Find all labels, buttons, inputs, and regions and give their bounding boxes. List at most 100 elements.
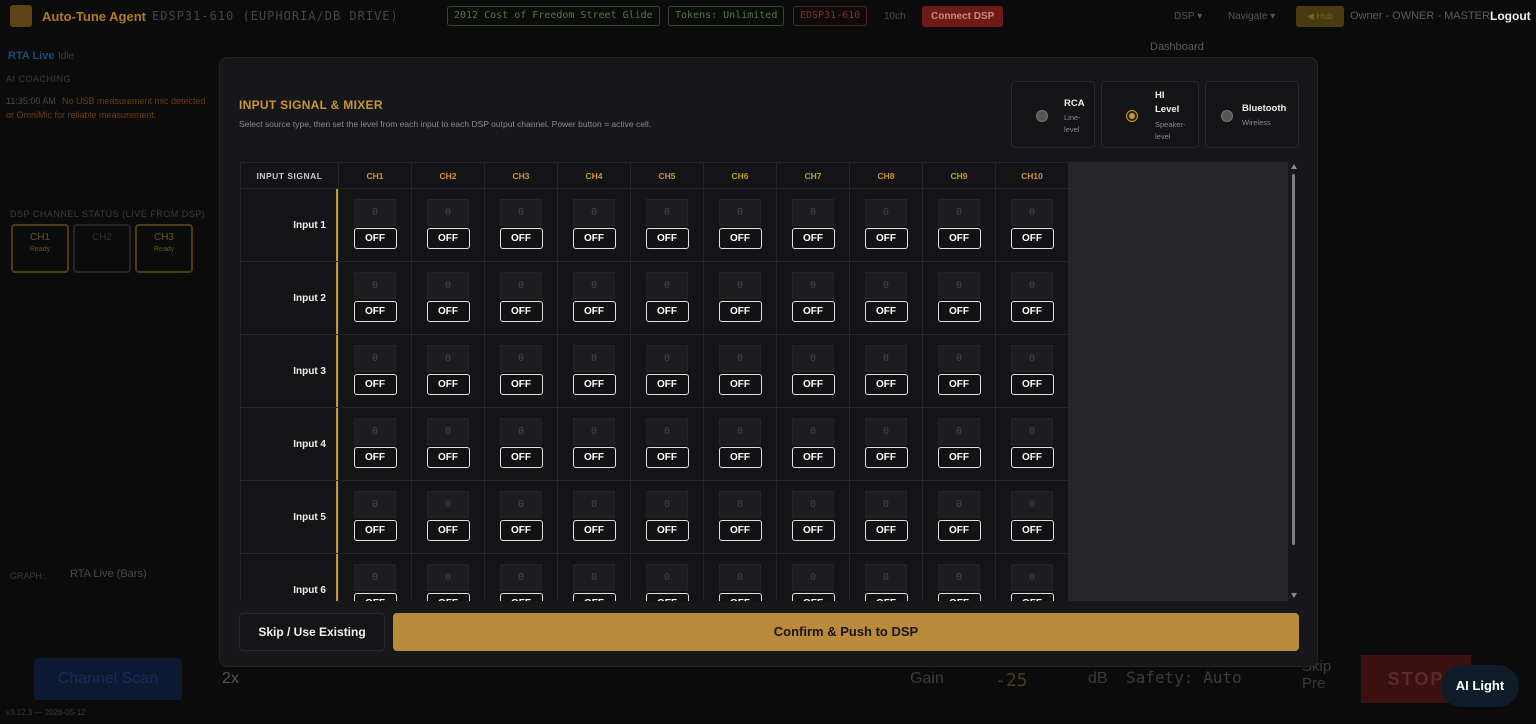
power-toggle-button[interactable]: OFF [572, 301, 616, 322]
level-input[interactable]: 0 [865, 272, 907, 299]
source-option-bluetooth[interactable]: Bluetooth Wireless [1205, 81, 1299, 148]
level-input[interactable]: 0 [1011, 345, 1053, 372]
power-toggle-button[interactable]: OFF [572, 593, 616, 601]
power-toggle-button[interactable]: OFF [937, 374, 981, 395]
radio-selected-icon[interactable] [1126, 110, 1138, 122]
power-toggle-button[interactable]: OFF [718, 301, 762, 322]
level-input[interactable]: 0 [938, 564, 980, 591]
level-input[interactable]: 0 [865, 564, 907, 591]
power-toggle-button[interactable]: OFF [499, 374, 543, 395]
level-input[interactable]: 0 [1011, 491, 1053, 518]
level-input[interactable]: 0 [1011, 564, 1053, 591]
level-input[interactable]: 0 [573, 199, 615, 226]
power-toggle-button[interactable]: OFF [864, 593, 908, 601]
power-toggle-button[interactable]: OFF [718, 228, 762, 249]
power-toggle-button[interactable]: OFF [353, 593, 397, 601]
power-toggle-button[interactable]: OFF [718, 374, 762, 395]
power-toggle-button[interactable]: OFF [645, 301, 689, 322]
level-input[interactable]: 0 [427, 564, 469, 591]
level-input[interactable]: 0 [500, 491, 542, 518]
level-input[interactable]: 0 [719, 418, 761, 445]
level-input[interactable]: 0 [573, 418, 615, 445]
level-input[interactable]: 0 [646, 272, 688, 299]
power-toggle-button[interactable]: OFF [426, 593, 470, 601]
power-toggle-button[interactable]: OFF [645, 593, 689, 601]
level-input[interactable]: 0 [573, 272, 615, 299]
power-toggle-button[interactable]: OFF [426, 301, 470, 322]
level-input[interactable]: 0 [427, 418, 469, 445]
level-input[interactable]: 0 [427, 491, 469, 518]
power-toggle-button[interactable]: OFF [1010, 228, 1054, 249]
level-input[interactable]: 0 [354, 345, 396, 372]
power-toggle-button[interactable]: OFF [1010, 301, 1054, 322]
level-input[interactable]: 0 [865, 345, 907, 372]
level-input[interactable]: 0 [792, 345, 834, 372]
ai-light-button[interactable]: AI Light [1441, 665, 1519, 707]
confirm-push-button[interactable]: Confirm & Push to DSP [393, 613, 1299, 651]
power-toggle-button[interactable]: OFF [937, 228, 981, 249]
level-input[interactable]: 0 [865, 418, 907, 445]
level-input[interactable]: 0 [427, 199, 469, 226]
source-option-rca[interactable]: RCA Line-level [1011, 81, 1095, 148]
scrollbar-thumb[interactable] [1292, 174, 1295, 545]
power-toggle-button[interactable]: OFF [791, 593, 835, 601]
level-input[interactable]: 0 [500, 564, 542, 591]
level-input[interactable]: 0 [427, 345, 469, 372]
level-input[interactable]: 0 [938, 418, 980, 445]
level-input[interactable]: 0 [427, 272, 469, 299]
power-toggle-button[interactable]: OFF [864, 228, 908, 249]
mixer-grid[interactable]: INPUT SIGNAL CH1 CH2 CH3 CH4 CH5 CH6 CH7 CH8 CH9… [240, 162, 1288, 601]
level-input[interactable]: 0 [500, 272, 542, 299]
power-toggle-button[interactable]: OFF [426, 374, 470, 395]
power-toggle-button[interactable]: OFF [645, 447, 689, 468]
level-input[interactable]: 0 [938, 345, 980, 372]
power-toggle-button[interactable]: OFF [426, 228, 470, 249]
power-toggle-button[interactable]: OFF [645, 374, 689, 395]
level-input[interactable]: 0 [719, 199, 761, 226]
power-toggle-button[interactable]: OFF [718, 447, 762, 468]
power-toggle-button[interactable]: OFF [499, 228, 543, 249]
level-input[interactable]: 0 [938, 491, 980, 518]
power-toggle-button[interactable]: OFF [1010, 447, 1054, 468]
power-toggle-button[interactable]: OFF [572, 520, 616, 541]
power-toggle-button[interactable]: OFF [1010, 593, 1054, 601]
power-toggle-button[interactable]: OFF [937, 447, 981, 468]
power-toggle-button[interactable]: OFF [864, 520, 908, 541]
level-input[interactable]: 0 [1011, 418, 1053, 445]
level-input[interactable]: 0 [1011, 199, 1053, 226]
power-toggle-button[interactable]: OFF [499, 301, 543, 322]
level-input[interactable]: 0 [938, 272, 980, 299]
level-input[interactable]: 0 [500, 345, 542, 372]
level-input[interactable]: 0 [646, 491, 688, 518]
level-input[interactable]: 0 [500, 199, 542, 226]
power-toggle-button[interactable]: OFF [864, 301, 908, 322]
power-toggle-button[interactable]: OFF [937, 301, 981, 322]
power-toggle-button[interactable]: OFF [353, 301, 397, 322]
level-input[interactable]: 0 [719, 345, 761, 372]
radio-icon[interactable] [1036, 110, 1048, 122]
power-toggle-button[interactable]: OFF [353, 374, 397, 395]
power-toggle-button[interactable]: OFF [937, 593, 981, 601]
power-toggle-button[interactable]: OFF [353, 228, 397, 249]
level-input[interactable]: 0 [354, 418, 396, 445]
level-input[interactable]: 0 [354, 272, 396, 299]
power-toggle-button[interactable]: OFF [791, 447, 835, 468]
power-toggle-button[interactable]: OFF [353, 447, 397, 468]
level-input[interactable]: 0 [792, 418, 834, 445]
level-input[interactable]: 0 [573, 564, 615, 591]
power-toggle-button[interactable]: OFF [791, 228, 835, 249]
level-input[interactable]: 0 [719, 272, 761, 299]
power-toggle-button[interactable]: OFF [791, 301, 835, 322]
level-input[interactable]: 0 [354, 199, 396, 226]
power-toggle-button[interactable]: OFF [499, 593, 543, 601]
level-input[interactable]: 0 [354, 491, 396, 518]
power-toggle-button[interactable]: OFF [353, 520, 397, 541]
power-toggle-button[interactable]: OFF [718, 593, 762, 601]
power-toggle-button[interactable]: OFF [499, 447, 543, 468]
power-toggle-button[interactable]: OFF [718, 520, 762, 541]
radio-icon[interactable] [1221, 110, 1233, 122]
power-toggle-button[interactable]: OFF [645, 228, 689, 249]
power-toggle-button[interactable]: OFF [426, 520, 470, 541]
level-input[interactable]: 0 [792, 272, 834, 299]
scroll-up-arrow-icon[interactable] [1291, 164, 1297, 169]
